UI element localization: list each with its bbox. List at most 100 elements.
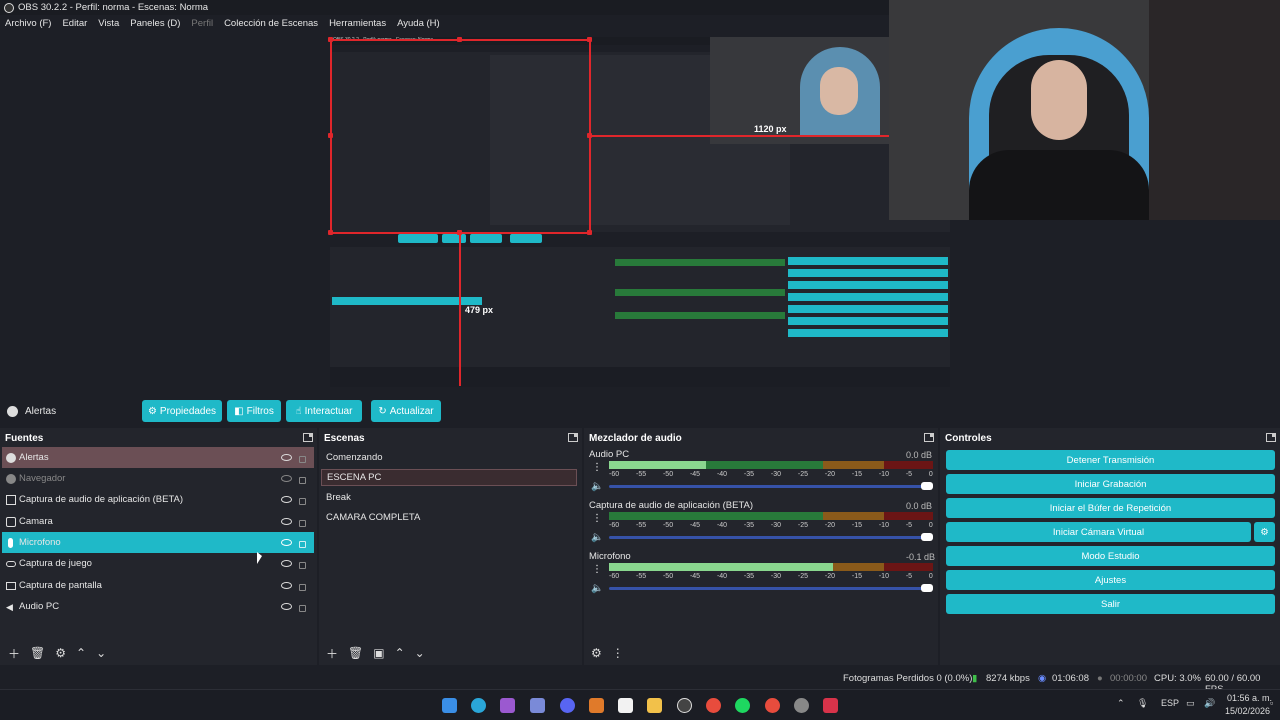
source-item[interactable]: Captura de pantalla — [2, 575, 314, 596]
virtual-camera-settings-icon[interactable]: ⚙ — [1254, 522, 1275, 542]
menu-profile[interactable]: Perfil — [191, 18, 213, 29]
microphone-tray-icon[interactable]: 🎙 — [1137, 698, 1148, 709]
clock-time[interactable]: 01:56 a. m. — [1227, 693, 1272, 703]
eye-icon[interactable] — [281, 560, 292, 567]
eye-icon[interactable] — [281, 454, 292, 461]
exit-button[interactable]: Salir — [946, 594, 1275, 614]
eye-icon[interactable] — [281, 539, 292, 546]
chrome-icon[interactable] — [765, 698, 780, 713]
source-item[interactable]: Captura de audio de aplicación (BETA) — [2, 489, 314, 510]
stop-streaming-button[interactable]: Detener Transmisión — [946, 450, 1275, 470]
file-explorer-icon[interactable] — [647, 698, 662, 713]
advanced-audio-icon[interactable]: ⚙ — [591, 646, 602, 660]
chrome-icon[interactable] — [706, 698, 721, 713]
speaker-icon[interactable]: 🔈 — [591, 481, 603, 492]
settings-icon[interactable] — [794, 698, 809, 713]
scene-item[interactable]: Comenzando — [321, 449, 577, 466]
remove-source-icon[interactable]: 🗑 — [30, 646, 45, 660]
scene-item[interactable]: Break — [321, 489, 577, 506]
notification-icon[interactable]: ▫ — [1270, 698, 1273, 708]
resize-handle[interactable] — [457, 37, 462, 42]
menu-scene-collection[interactable]: Colección de Escenas — [224, 18, 318, 29]
speaker-icon[interactable]: 🔈 — [591, 532, 603, 543]
properties-button[interactable]: ⚙ Propiedades — [142, 400, 222, 422]
mixer-menu-icon[interactable]: ⋮ — [612, 646, 624, 660]
undock-icon[interactable] — [1266, 433, 1276, 442]
edge-browser-icon[interactable] — [471, 698, 486, 713]
move-down-icon[interactable]: ⌄ — [415, 646, 425, 660]
kebab-menu-icon[interactable]: ⋮ — [592, 564, 602, 575]
studio-mode-button[interactable]: Modo Estudio — [946, 546, 1275, 566]
obs-taskbar-icon[interactable] — [677, 698, 692, 713]
undock-icon[interactable] — [568, 433, 578, 442]
filters-button[interactable]: ◧ Filtros — [227, 400, 281, 422]
source-item[interactable]: Navegador — [2, 468, 314, 489]
app-icon[interactable] — [589, 698, 604, 713]
interact-button[interactable]: ☝ Interactuar — [286, 400, 362, 422]
resize-handle[interactable] — [457, 230, 462, 235]
undock-icon[interactable] — [924, 433, 934, 442]
menu-edit[interactable]: Editar — [62, 18, 87, 29]
clock-date[interactable]: 15/02/2026 — [1225, 706, 1270, 716]
resize-handle[interactable] — [328, 37, 333, 42]
start-replay-buffer-button[interactable]: Iniciar el Búfer de Repetición — [946, 498, 1275, 518]
resize-handle[interactable] — [587, 133, 592, 138]
menu-tools[interactable]: Herramientas — [329, 18, 386, 29]
refresh-button[interactable]: ↻ Actualizar — [371, 400, 441, 422]
resize-handle[interactable] — [587, 230, 592, 235]
scene-item[interactable]: CAMARA COMPLETA — [321, 509, 577, 526]
volume-tray-icon[interactable]: 🔊 — [1204, 698, 1215, 709]
windows-start-icon[interactable] — [442, 698, 457, 713]
speaker-icon[interactable]: 🔈 — [591, 583, 603, 594]
resize-handle[interactable] — [328, 230, 333, 235]
menu-docks[interactable]: Paneles (D) — [130, 18, 180, 29]
language-indicator[interactable]: ESP — [1161, 698, 1179, 708]
copilot-icon[interactable] — [500, 698, 515, 713]
resize-handle[interactable] — [587, 37, 592, 42]
resize-handle[interactable] — [328, 133, 333, 138]
menu-help[interactable]: Ayuda (H) — [397, 18, 440, 29]
volume-knob[interactable] — [921, 533, 933, 541]
volume-slider[interactable] — [609, 584, 933, 592]
lock-icon[interactable] — [299, 456, 306, 463]
lock-icon[interactable] — [299, 605, 306, 612]
settings-button[interactable]: Ajustes — [946, 570, 1275, 590]
lock-icon[interactable] — [299, 520, 306, 527]
lock-icon[interactable] — [299, 541, 306, 548]
volume-slider[interactable] — [609, 482, 933, 490]
volume-knob[interactable] — [921, 584, 933, 592]
move-down-icon[interactable]: ⌄ — [96, 646, 106, 660]
tray-chevron-icon[interactable]: ⌃ — [1117, 698, 1125, 709]
undock-icon[interactable] — [303, 433, 313, 442]
source-item-selected[interactable]: Microfono — [2, 532, 314, 553]
volume-knob[interactable] — [921, 482, 933, 490]
network-icon[interactable]: ▭ — [1186, 698, 1195, 709]
source-item[interactable]: ◀ Audio PC — [2, 596, 314, 617]
kebab-menu-icon[interactable]: ⋮ — [592, 462, 602, 473]
source-settings-icon[interactable]: ⚙ — [55, 646, 66, 660]
remove-scene-icon[interactable]: 🗑 — [348, 646, 363, 660]
eye-icon[interactable] — [281, 496, 292, 503]
scene-item-active[interactable]: ESCENA PC — [321, 469, 577, 486]
source-item[interactable]: Camara — [2, 511, 314, 532]
source-item[interactable]: Captura de juego — [2, 553, 314, 574]
spotify-icon[interactable] — [735, 698, 750, 713]
volume-slider[interactable] — [609, 533, 933, 541]
scene-filter-icon[interactable]: ▣ — [373, 646, 384, 660]
menu-file[interactable]: Archivo (F) — [5, 18, 51, 29]
move-up-icon[interactable]: ⌃ — [395, 646, 405, 660]
lock-icon[interactable] — [299, 584, 306, 591]
app-icon[interactable] — [823, 698, 838, 713]
add-scene-icon[interactable]: ＋ — [326, 645, 338, 662]
start-virtual-camera-button[interactable]: Iniciar Cámara Virtual — [946, 522, 1251, 542]
eye-hidden-icon[interactable] — [281, 475, 292, 482]
eye-icon[interactable] — [281, 603, 292, 610]
source-item[interactable]: Alertas — [2, 447, 314, 468]
add-source-icon[interactable]: ＋ — [8, 645, 20, 662]
kebab-menu-icon[interactable]: ⋮ — [592, 513, 602, 524]
file-icon[interactable] — [618, 698, 633, 713]
move-up-icon[interactable]: ⌃ — [76, 646, 86, 660]
lock-icon[interactable] — [299, 498, 306, 505]
app-icon[interactable] — [530, 698, 545, 713]
discord-icon[interactable] — [560, 698, 575, 713]
